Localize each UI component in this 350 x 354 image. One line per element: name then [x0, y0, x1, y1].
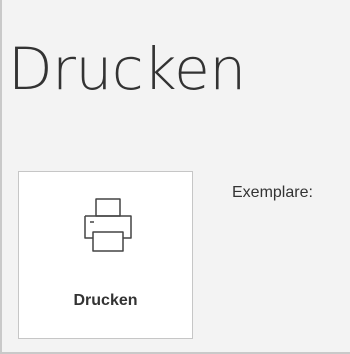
print-button-label: Drucken — [73, 292, 138, 309]
window-left-border — [0, 0, 2, 354]
copies-label: Exemplare: — [232, 184, 313, 201]
page-title: Drucken — [8, 35, 246, 103]
printer-icon — [81, 197, 135, 253]
print-button[interactable]: Drucken — [18, 171, 193, 339]
